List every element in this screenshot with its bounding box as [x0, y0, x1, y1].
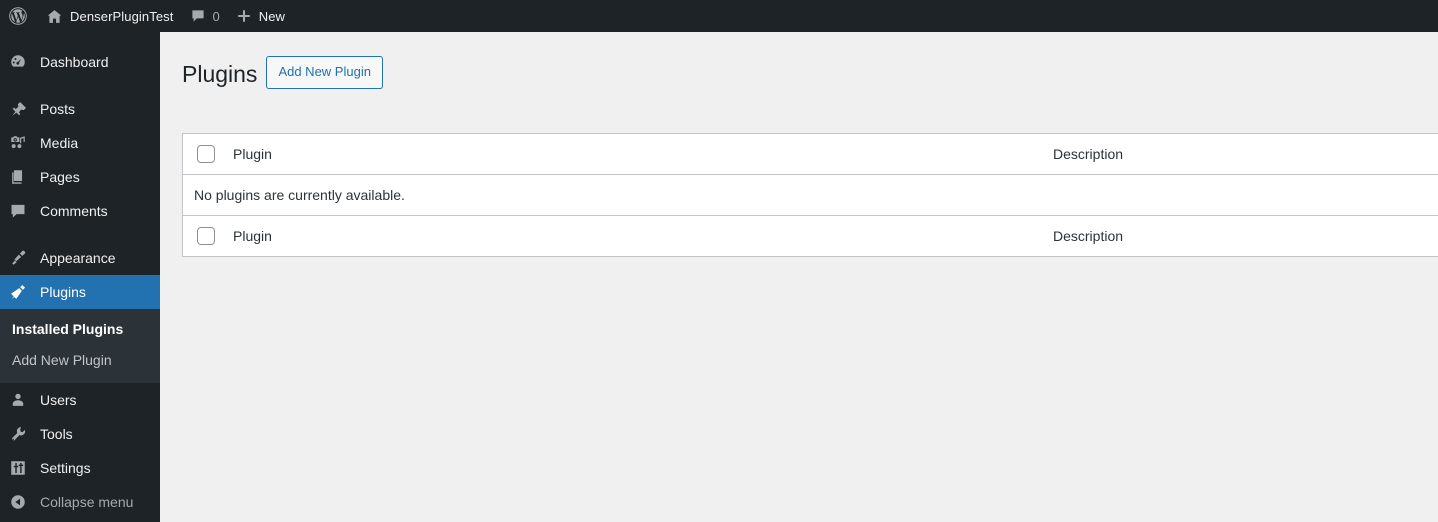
- sidebar-item-label: Media: [40, 135, 79, 151]
- media-camera-music-icon: [8, 133, 28, 153]
- page-header: Plugins Add New Plugin: [182, 42, 1438, 94]
- sidebar-item-label: Appearance: [40, 250, 116, 266]
- sidebar-item-pages[interactable]: Pages: [0, 160, 160, 194]
- wrench-icon: [8, 424, 28, 444]
- sidebar-item-label: Posts: [40, 101, 76, 117]
- sidebar-item-label: Tools: [40, 425, 73, 442]
- adminbar-site-name[interactable]: DenserPluginTest: [38, 0, 182, 32]
- plus-icon: [236, 8, 252, 24]
- pin-icon: [8, 99, 28, 119]
- paint-brush-icon: [8, 248, 28, 268]
- sidebar-item-posts[interactable]: Posts: [0, 92, 160, 126]
- sidebar-item-users[interactable]: Users: [0, 383, 160, 417]
- column-header-description[interactable]: Description: [1045, 134, 1438, 175]
- sidebar-item-comments[interactable]: Comments: [0, 194, 160, 228]
- select-all-checkbox-top[interactable]: [197, 144, 215, 163]
- plugins-page-wrap: Plugins Add New Plugin Plugin Descriptio…: [160, 32, 1438, 257]
- admin-sidebar-menu: Dashboard Posts Media Pages Comments App…: [0, 32, 160, 522]
- table-head: Plugin Description: [183, 134, 1438, 175]
- plugins-table: Plugin Description No plugins are curren…: [182, 132, 1438, 257]
- plugins-table-container: Plugin Description No plugins are curren…: [182, 132, 1438, 257]
- sidebar-item-tools[interactable]: Tools: [0, 417, 160, 451]
- site-name-label: DenserPluginTest: [70, 8, 174, 24]
- dashboard-gauge-icon: [8, 52, 28, 72]
- new-content-label: New: [258, 8, 286, 24]
- sidebar-item-label: Users: [40, 391, 77, 408]
- column-footer-description[interactable]: Description: [1045, 214, 1438, 256]
- column-header-plugin[interactable]: Plugin: [225, 134, 1045, 175]
- comment-count: 0: [212, 8, 220, 24]
- adminbar-comments[interactable]: 0: [182, 0, 228, 32]
- table-foot: Plugin Description: [183, 214, 1438, 256]
- sidebar-item-dashboard[interactable]: Dashboard: [0, 45, 160, 79]
- collapse-menu-label: Collapse menu: [40, 493, 134, 510]
- comment-bubble-icon: [190, 8, 206, 24]
- sidebar-item-label: Plugins: [40, 284, 86, 300]
- add-new-plugin-button[interactable]: Add New Plugin: [266, 56, 383, 89]
- home-icon: [46, 8, 63, 25]
- no-plugins-message: No plugins are currently available.: [194, 186, 405, 203]
- page-title: Plugins: [182, 61, 258, 87]
- select-all-header-cell: [183, 134, 225, 175]
- plugins-submenu: Installed Plugins Add New Plugin: [0, 309, 160, 383]
- table-header-row: Plugin Description: [183, 134, 1438, 175]
- table-body: No plugins are currently available.: [183, 175, 1438, 215]
- sidebar-item-appearance[interactable]: Appearance: [0, 241, 160, 275]
- admin-bar: DenserPluginTest 0 New: [0, 0, 1438, 32]
- sidebar-item-plugins[interactable]: Plugins: [0, 275, 160, 309]
- comment-bubble-icon: [8, 201, 28, 221]
- menu-group-separator: [0, 79, 160, 92]
- main-content: Plugins Add New Plugin Plugin Descriptio…: [160, 32, 1438, 522]
- submenu-item-installed-plugins[interactable]: Installed Plugins: [0, 314, 160, 345]
- sidebar-item-media[interactable]: Media: [0, 126, 160, 160]
- collapse-menu-button[interactable]: Collapse menu: [0, 485, 160, 519]
- column-footer-plugin[interactable]: Plugin: [225, 214, 1045, 256]
- sidebar-item-label: Dashboard: [40, 54, 109, 70]
- menu-top-spacer: [0, 32, 160, 45]
- sliders-icon: [8, 458, 28, 478]
- user-icon: [8, 390, 28, 410]
- adminbar-new-content[interactable]: New: [228, 0, 293, 32]
- sidebar-item-settings[interactable]: Settings: [0, 451, 160, 485]
- collapse-arrow-left-icon: [8, 492, 28, 512]
- table-row-empty: No plugins are currently available.: [183, 175, 1438, 215]
- select-all-checkbox-bottom[interactable]: [197, 226, 215, 245]
- plug-icon: [8, 282, 28, 302]
- table-footer-row: Plugin Description: [183, 214, 1438, 256]
- adminbar-wp-logo[interactable]: [0, 0, 38, 32]
- sidebar-item-label: Pages: [40, 169, 80, 185]
- menu-group-separator: [0, 228, 160, 241]
- pages-icon: [8, 167, 28, 187]
- select-all-footer-cell: [183, 214, 225, 256]
- sidebar-item-label: Comments: [40, 203, 108, 219]
- wordpress-icon: [8, 6, 28, 26]
- submenu-item-add-new-plugin[interactable]: Add New Plugin: [0, 345, 160, 376]
- sidebar-item-label: Settings: [40, 459, 91, 476]
